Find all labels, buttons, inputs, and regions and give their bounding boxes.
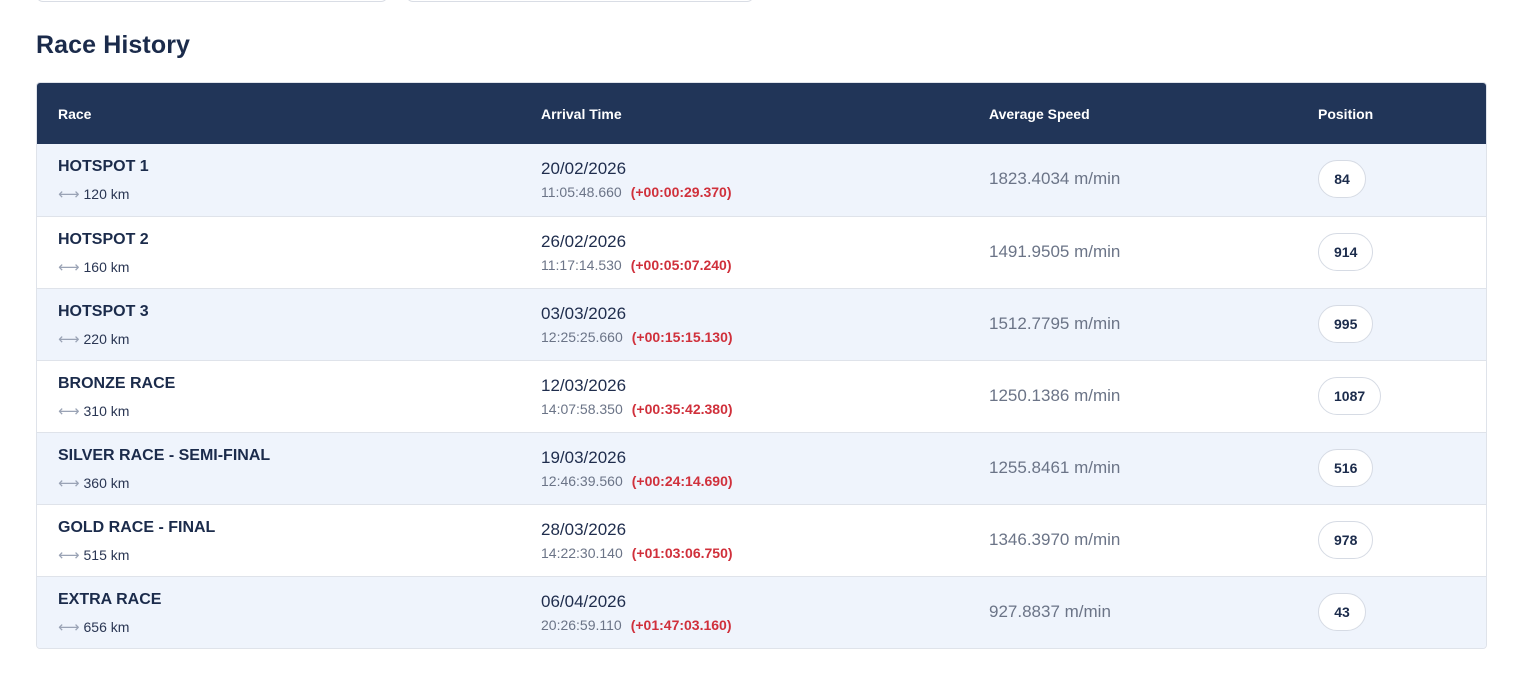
race-distance-value: 310 km [83,403,130,419]
arrival-clock: 12:25:25.660 [541,329,623,345]
race-name: HOTSPOT 1 [58,158,149,175]
average-speed: 927.8837 m/min [989,602,1111,621]
arrival-clock: 20:26:59.110 [541,617,622,633]
race-distance: ⟷ 120 km [58,185,129,203]
race-name: HOTSPOT 2 [58,231,149,248]
table-row[interactable]: EXTRA RACE ⟷ 656 km 06/04/2026 20:26:59.110 (… [37,576,1486,648]
average-speed: 1255.8461 m/min [989,458,1121,477]
filter-select-1[interactable] [36,0,388,2]
race-distance: ⟷ 310 km [58,402,129,420]
double-arrow-icon: ⟷ [58,331,80,348]
arrival-time: 11:05:48.660 (+00:00:29.370) [541,184,732,200]
table-row[interactable]: BRONZE RACE ⟷ 310 km 12/03/2026 14:07:58.350… [37,360,1486,432]
arrival-time: 14:07:58.350 (+00:35:42.380) [541,401,733,417]
average-speed: 1250.1386 m/min [989,386,1121,405]
race-name: BRONZE RACE [58,375,176,392]
arrival-delta: (+00:05:07.240) [630,257,732,273]
double-arrow-icon: ⟷ [58,186,80,203]
arrival-delta: (+01:03:06.750) [631,545,733,561]
arrival-time: 12:46:39.560 (+00:24:14.690) [541,473,733,489]
table-row[interactable]: HOTSPOT 1 ⟷ 120 km 20/02/2026 11:05:48.660 (+… [37,144,1486,216]
double-arrow-icon: ⟷ [58,475,80,492]
arrival-clock: 14:22:30.140 [541,545,623,561]
section-title: Race History [36,31,191,59]
arrival-date: 03/03/2026 [541,304,627,323]
race-distance-value: 120 km [83,186,130,202]
position-badge: 516 [1318,449,1374,487]
race-distance-value: 160 km [83,259,130,275]
race-distance-value: 656 km [83,619,130,635]
race-name: GOLD RACE - FINAL [58,519,216,536]
arrival-delta: (+00:35:42.380) [631,401,733,417]
table-header: Race Arrival Time Average Speed Position [37,83,1486,144]
arrival-time: 20:26:59.110 (+01:47:03.160) [541,617,732,633]
arrival-time: 11:17:14.530 (+00:05:07.240) [541,257,732,273]
race-distance: ⟷ 656 km [58,618,129,636]
arrival-date: 26/02/2026 [541,232,627,251]
header-average-speed: Average Speed [989,105,1090,122]
arrival-date: 20/02/2026 [541,159,627,178]
race-distance: ⟷ 160 km [58,258,129,276]
arrival-delta: (+00:24:14.690) [631,473,733,489]
race-name: SILVER RACE - SEMI-FINAL [58,447,271,464]
arrival-clock: 11:05:48.660 [541,184,622,200]
table-row[interactable]: HOTSPOT 3 ⟷ 220 km 03/03/2026 12:25:25.660 (+… [37,288,1486,360]
header-arrival-time: Arrival Time [541,105,622,122]
race-history-table: Race Arrival Time Average Speed Position… [36,82,1487,649]
race-distance-value: 360 km [83,475,130,491]
arrival-delta: (+00:00:29.370) [630,184,732,200]
table-row[interactable]: SILVER RACE - SEMI-FINAL ⟷ 360 km 19/03/202… [37,432,1486,504]
race-distance: ⟷ 220 km [58,330,129,348]
arrival-delta: (+00:15:15.130) [631,329,733,345]
arrival-date: 12/03/2026 [541,376,627,395]
double-arrow-icon: ⟷ [58,547,80,564]
race-name: EXTRA RACE [58,591,162,608]
position-badge: 43 [1318,593,1366,631]
position-badge: 84 [1318,160,1366,198]
double-arrow-icon: ⟷ [58,619,80,636]
arrival-clock: 14:07:58.350 [541,401,623,417]
position-badge: 995 [1318,305,1374,343]
position-badge: 1087 [1318,377,1382,415]
header-race: Race [58,105,92,122]
race-distance: ⟷ 360 km [58,474,129,492]
race-name: HOTSPOT 3 [58,303,149,320]
average-speed: 1823.4034 m/min [989,169,1121,188]
double-arrow-icon: ⟷ [58,259,80,276]
header-position: Position [1318,105,1374,122]
table-row[interactable]: HOTSPOT 2 ⟷ 160 km 26/02/2026 11:17:14.530 (+… [37,216,1486,288]
arrival-clock: 12:46:39.560 [541,473,623,489]
double-arrow-icon: ⟷ [58,403,80,420]
filter-select-2[interactable] [406,0,754,2]
arrival-date: 19/03/2026 [541,448,627,467]
table-body: HOTSPOT 1 ⟷ 120 km 20/02/2026 11:05:48.660 (+… [37,144,1486,648]
arrival-time: 14:22:30.140 (+01:03:06.750) [541,545,733,561]
arrival-delta: (+01:47:03.160) [630,617,732,633]
average-speed: 1346.3970 m/min [989,530,1121,549]
position-badge: 978 [1318,521,1374,559]
arrival-time: 12:25:25.660 (+00:15:15.130) [541,329,733,345]
race-distance-value: 515 km [83,547,130,563]
position-badge: 914 [1318,233,1374,271]
average-speed: 1512.7795 m/min [989,314,1121,333]
arrival-clock: 11:17:14.530 [541,257,622,273]
top-filter-bar [36,0,754,2]
table-row[interactable]: GOLD RACE - FINAL ⟷ 515 km 28/03/2026 14:22:… [37,504,1486,576]
race-distance-value: 220 km [83,331,130,347]
average-speed: 1491.9505 m/min [989,242,1121,261]
race-distance: ⟷ 515 km [58,546,129,564]
arrival-date: 06/04/2026 [541,592,627,611]
arrival-date: 28/03/2026 [541,520,627,539]
